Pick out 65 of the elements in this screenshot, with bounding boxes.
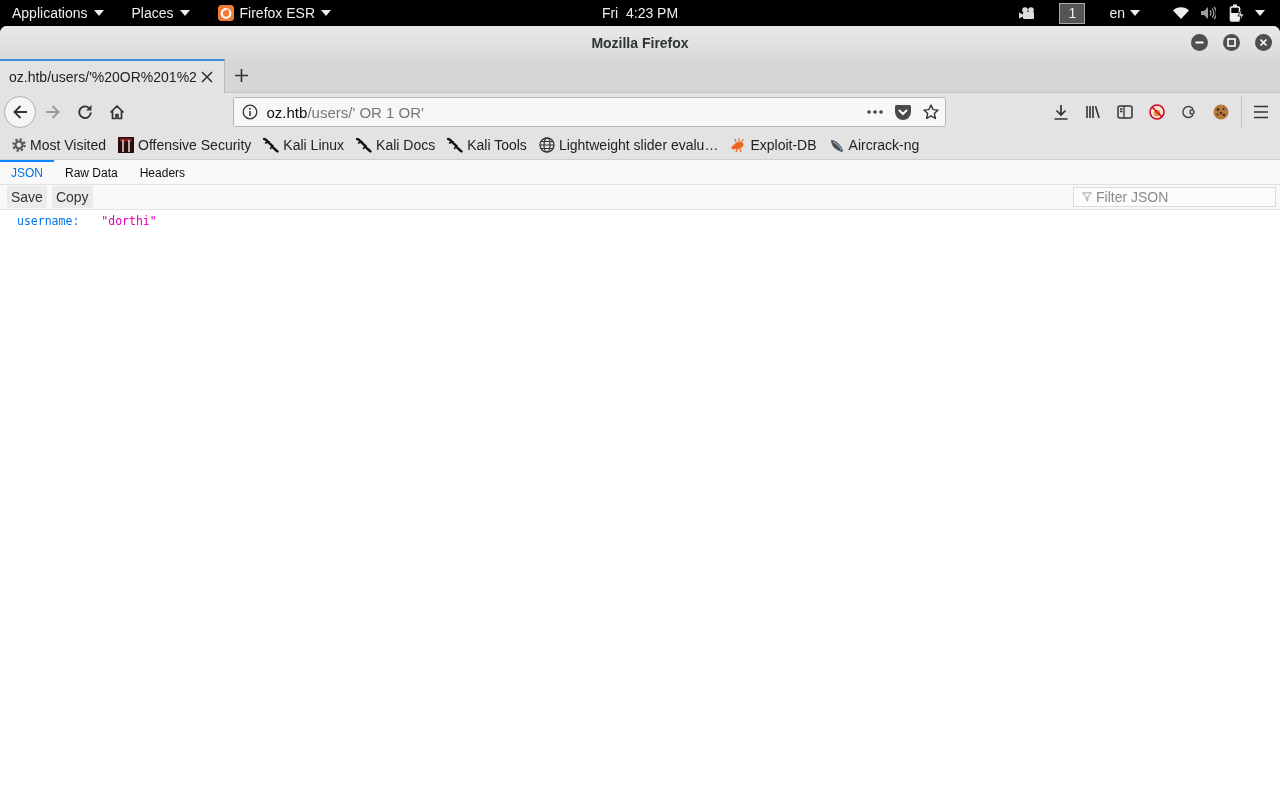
leaf-icon	[828, 137, 845, 153]
filter-icon	[1082, 192, 1092, 202]
caret-icon	[1130, 10, 1140, 16]
prohibited-sign-icon[interactable]	[1149, 104, 1165, 120]
browser-tab[interactable]: oz.htb/users/'%20OR%201%2	[0, 59, 225, 93]
url-text: oz.htb/users/' OR 1 OR'	[266, 103, 425, 121]
bookmark-item[interactable]: Most Visited	[8, 133, 110, 157]
sidebar-icon[interactable]	[1117, 104, 1133, 120]
bug-icon	[730, 137, 747, 153]
squiggle-icon	[263, 137, 280, 153]
ring-icon[interactable]	[1181, 104, 1197, 120]
maximize-icon[interactable]	[1222, 34, 1240, 51]
volume-icon[interactable]	[1200, 6, 1216, 20]
pocket-icon[interactable]	[894, 104, 911, 120]
bookmark-item[interactable]: Offensive Security	[114, 133, 256, 157]
back-button[interactable]	[4, 96, 36, 128]
panel-menu[interactable]: Places	[131, 0, 190, 26]
keyboard-layout-menu[interactable]: en	[1109, 0, 1140, 26]
panel-menu[interactable]: Applications	[12, 0, 104, 26]
close-tab-icon[interactable]	[201, 71, 214, 83]
app-icon	[217, 5, 234, 21]
json-key: username:	[17, 214, 80, 229]
squiggle-icon	[356, 137, 373, 153]
bookmark-item[interactable]: Kali Docs	[352, 133, 440, 157]
back-arrow-icon	[12, 104, 28, 120]
address-bar[interactable]: oz.htb/users/' OR 1 OR'	[232, 97, 946, 127]
home-icon[interactable]	[109, 104, 125, 120]
close-icon[interactable]	[1254, 34, 1272, 51]
battery-charging-icon[interactable]	[1229, 4, 1245, 22]
json-value: "dorthi"	[101, 214, 157, 229]
caret-icon	[321, 10, 331, 16]
toolbar-button[interactable]: Copy	[51, 186, 93, 208]
tab-title: oz.htb/users/'%20OR%201%2	[9, 69, 197, 85]
caret-icon	[179, 10, 190, 16]
cookie-icon[interactable]	[1213, 104, 1229, 120]
minimize-icon[interactable]	[1190, 34, 1208, 51]
bookmark-item[interactable]: Kali Tools	[443, 133, 531, 157]
viewer-tab[interactable]: Raw Data	[54, 160, 129, 184]
app-menu[interactable]: Firefox ESR	[217, 0, 331, 26]
window-title: Mozilla Firefox	[591, 34, 689, 51]
bookmark-item[interactable]: Exploit-DB	[726, 133, 821, 157]
clock[interactable]: Fri 4:23 PM	[601, 5, 679, 21]
plus-icon[interactable]	[234, 69, 248, 82]
striped-tile-icon	[118, 137, 134, 153]
menu-icon[interactable]	[1253, 105, 1269, 119]
filter-field[interactable]: Filter JSON	[1073, 187, 1276, 207]
caret-icon	[93, 10, 104, 16]
wifi-icon[interactable]	[1173, 7, 1189, 19]
star-icon[interactable]	[922, 104, 939, 120]
reload-icon[interactable]	[77, 104, 93, 120]
viewer-tab[interactable]: Headers	[128, 160, 197, 184]
bookmark-item[interactable]: Kali Linux	[259, 133, 349, 157]
squiggle-icon	[447, 137, 464, 153]
library-icon[interactable]	[1085, 104, 1101, 120]
bookmark-item[interactable]: Aircrack-ng	[824, 133, 924, 157]
globe-icon	[538, 137, 555, 153]
download-icon[interactable]	[1053, 104, 1069, 120]
caret-icon[interactable]	[1255, 10, 1265, 16]
movie-camera-icon[interactable]	[1019, 6, 1036, 20]
more-icon[interactable]	[866, 110, 883, 114]
bookmark-item[interactable]: Lightweight slider evalu…	[534, 133, 723, 157]
workspace-indicator[interactable]: 1	[1059, 2, 1086, 24]
gear-icon	[12, 138, 26, 152]
info-icon[interactable]	[241, 104, 258, 120]
toolbar-button[interactable]: Save	[7, 186, 47, 208]
